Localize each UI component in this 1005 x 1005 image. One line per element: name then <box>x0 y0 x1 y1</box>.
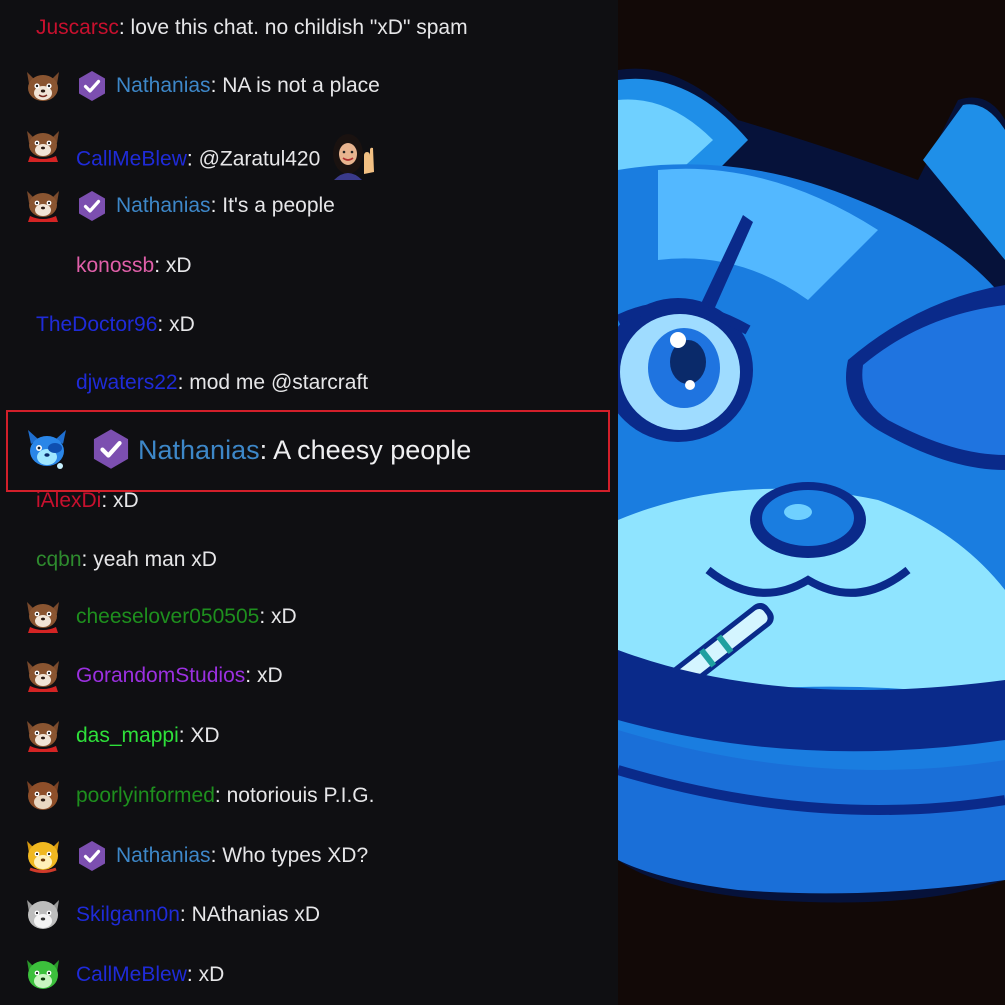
chat-username[interactable]: Nathanias <box>116 74 211 97</box>
chat-message-text: Who types XD? <box>222 844 369 867</box>
chat-message-text: notoriouis P.I.G. <box>226 784 375 807</box>
chat-message: CallMeBlew: xD <box>0 955 620 995</box>
chat-message-text: NAthanias xD <box>191 903 320 926</box>
cat-avatar-red-scarf[interactable] <box>24 599 62 635</box>
chat-username[interactable]: Nathanias <box>116 194 211 217</box>
chat-username[interactable]: CallMeBlew <box>76 148 187 171</box>
stream-video[interactable] <box>618 0 1005 1005</box>
chat-message-text: xD <box>169 313 195 336</box>
chat-username[interactable]: GorandomStudios <box>76 664 245 687</box>
chat-username[interactable]: TheDoctor96 <box>36 313 157 336</box>
verified-badge-icon <box>93 429 129 469</box>
waving-woman-emote <box>333 134 375 180</box>
chat-message-text: @Zaratul420 <box>198 147 321 171</box>
chat-message: Nathanias: Who types XD? <box>0 836 620 876</box>
cat-avatar-red-scarf[interactable] <box>24 128 62 164</box>
chat-message: poorlyinformed: notoriouis P.I.G. <box>0 776 620 816</box>
chat-message: djwaters22: mod me @starcraft <box>76 371 369 394</box>
chat-message: TheDoctor96: xD <box>36 313 195 336</box>
blue-raccoon-mascot <box>618 0 1005 1005</box>
chat-username[interactable]: Skilgann0n <box>76 903 180 926</box>
cat-avatar-red-scarf[interactable] <box>24 658 62 694</box>
chat-message-text: mod me @starcraft <box>189 371 369 394</box>
chat-message-text: xD <box>113 489 139 512</box>
chat-message: Nathanias: NA is not a place <box>0 66 620 106</box>
chat-message: konossb: xD <box>76 254 192 277</box>
cat-avatar-blue[interactable] <box>24 426 70 472</box>
chat-panel: Juscarsc: love this chat. no childish "x… <box>0 0 620 1005</box>
screen: Juscarsc: love this chat. no childish "x… <box>0 0 1005 1005</box>
chat-username[interactable]: CallMeBlew <box>76 963 187 986</box>
chat-username[interactable]: cheeselover050505 <box>76 605 259 628</box>
chat-message-text: love this chat. no childish "xD" spam <box>130 16 468 39</box>
chat-message-text: It's a people <box>222 194 335 217</box>
chat-message-text: xD <box>256 664 283 687</box>
chat-message: cqbn: yeah man xD <box>36 548 217 571</box>
chat-username[interactable]: Nathanias <box>138 435 260 465</box>
cat-avatar[interactable] <box>24 68 62 104</box>
chat-username[interactable]: Nathanias <box>116 844 211 867</box>
chat-message-text: xD <box>165 254 192 277</box>
cat-avatar-gray[interactable] <box>24 897 62 933</box>
cat-avatar-brown[interactable] <box>24 778 62 814</box>
chat-message-text: yeah man xD <box>93 548 217 571</box>
chat-message: das_mappi: XD <box>0 716 620 756</box>
chat-username[interactable]: poorlyinformed <box>76 784 215 807</box>
cat-avatar-gold[interactable] <box>24 838 62 874</box>
chat-message: cheeselover050505: xD <box>0 597 620 637</box>
chat-username[interactable]: cqbn <box>36 548 82 571</box>
verified-badge-icon <box>79 191 105 221</box>
chat-message: Skilgann0n: NAthanias xD <box>0 895 620 935</box>
cat-avatar-red-scarf[interactable] <box>24 718 62 754</box>
chat-message-text: NA is not a place <box>222 74 380 97</box>
cat-avatar-red-scarf[interactable] <box>24 188 62 224</box>
chat-message-text: xD <box>271 605 297 628</box>
chat-message-text: A cheesy people <box>273 435 472 465</box>
chat-username[interactable]: iAlexDi <box>36 489 101 512</box>
chat-username[interactable]: djwaters22 <box>76 371 178 394</box>
chat-username[interactable]: konossb <box>76 254 154 277</box>
chat-message: GorandomStudios: xD <box>0 656 620 696</box>
highlighted-message: Nathanias: A cheesy people <box>6 410 610 492</box>
chat-message: Nathanias: It's a people <box>0 186 620 226</box>
chat-message: Juscarsc: love this chat. no childish "x… <box>36 16 468 39</box>
chat-username[interactable]: Juscarsc <box>36 16 119 39</box>
chat-username[interactable]: das_mappi <box>76 724 179 747</box>
chat-message: iAlexDi: xD <box>36 489 139 512</box>
verified-badge-icon <box>79 71 105 101</box>
verified-badge-icon <box>79 841 105 871</box>
chat-message-text: xD <box>198 963 225 986</box>
chat-message-text: XD <box>190 724 220 747</box>
cat-avatar-green[interactable] <box>24 957 62 993</box>
chat-message: CallMeBlew: @Zaratul420 <box>0 126 620 180</box>
